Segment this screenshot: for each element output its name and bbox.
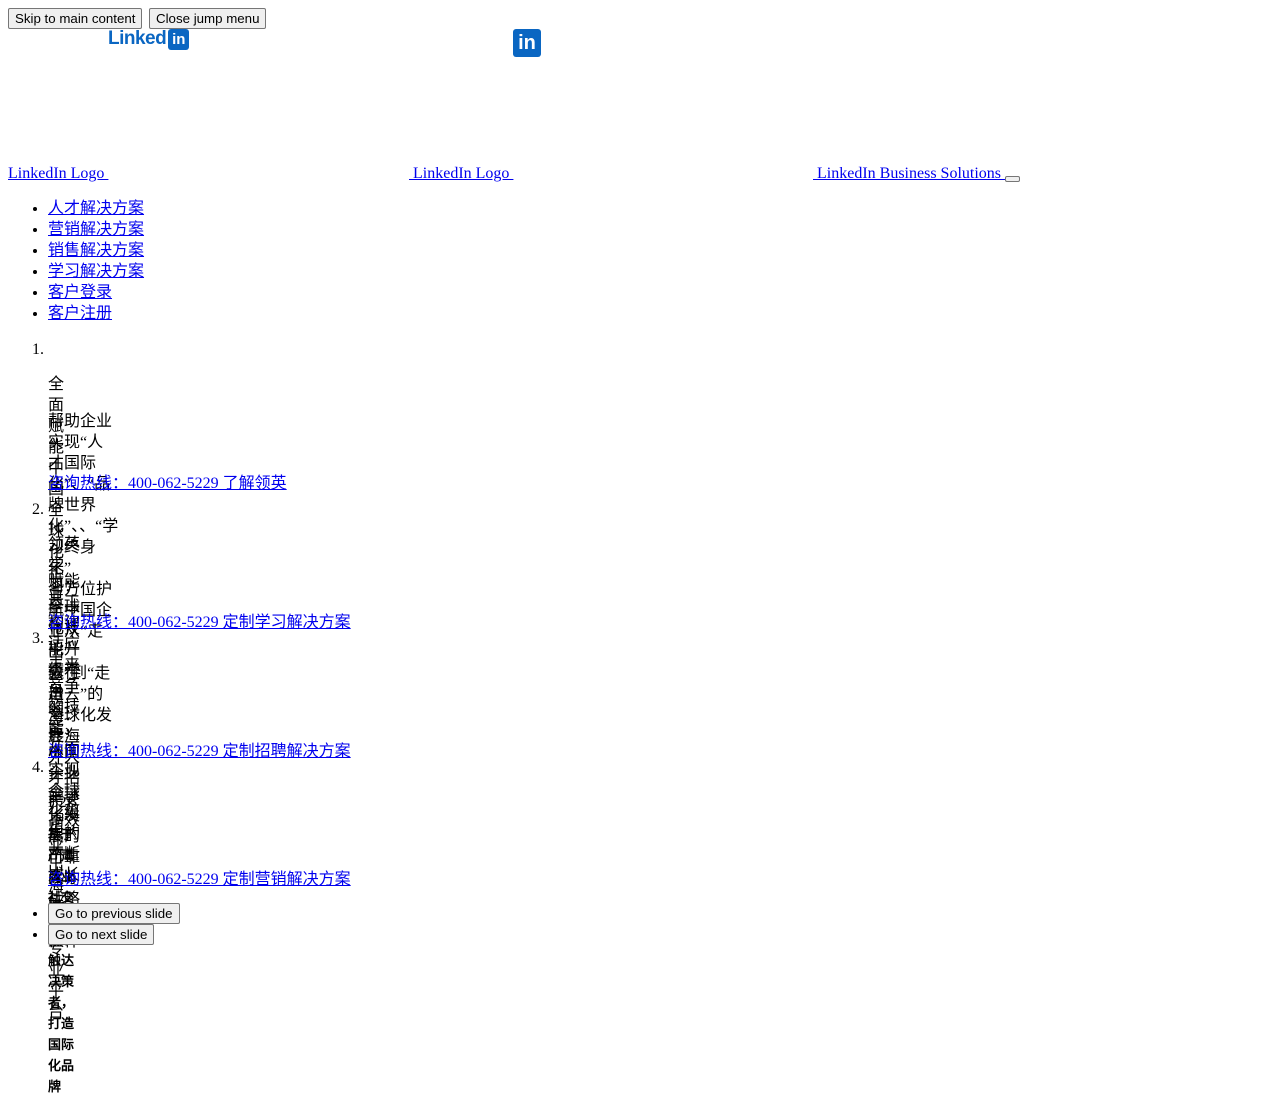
previous-slide-button[interactable]: Go to previous slide <box>48 903 180 924</box>
nav-item-signup: 客户注册 <box>48 303 144 324</box>
nav-link-talent-solutions[interactable]: 人才解决方案 <box>48 200 144 217</box>
nav-item-login: 客户登录 <box>48 282 144 303</box>
slide-number: 1. <box>32 341 44 358</box>
slide-cta-link[interactable]: 咨询热线：400-062-5229 定制营销解决方案 <box>48 865 351 889</box>
main-nav: 人才解决方案 营销解决方案 销售解决方案 学习解决方案 客户登录 客户注册 <box>8 198 144 324</box>
nav-item-sales: 销售解决方案 <box>48 240 144 261</box>
linkedin-business-solutions-link[interactable]: LinkedIn Business Solutions <box>813 164 1005 184</box>
nav-link-sales-solutions[interactable]: 销售解决方案 <box>48 242 144 259</box>
hero-carousel: 1. 全面赋能中国全球化企业 帮助企业实现“人才国际化”、“品牌世界化”、、“学… <box>8 339 351 1094</box>
next-slide-button[interactable]: Go to next slide <box>48 924 155 945</box>
nav-link-learning-solutions[interactable]: 学习解决方案 <box>48 263 144 280</box>
carousel-control-item: Go to previous slide <box>48 903 180 924</box>
nav-item-talent: 人才解决方案 <box>48 198 144 219</box>
menu-toggle-button[interactable] <box>1005 176 1020 182</box>
slide-number: 2. <box>32 501 44 518</box>
carousel-controls: Go to previous slide Go to next slide <box>8 903 180 945</box>
linkedin-in-icon: in <box>513 29 541 57</box>
wordmark-in-box: in <box>168 28 190 50</box>
nav-item-learning: 学习解决方案 <box>48 261 144 282</box>
slide-number: 3. <box>32 630 44 647</box>
close-jump-menu-button[interactable]: Close jump menu <box>149 8 267 29</box>
linkedin-logo-link[interactable]: LinkedIn Logo <box>8 164 108 184</box>
skip-to-main-content-button[interactable]: Skip to main content <box>8 8 143 29</box>
slide-number: 4. <box>32 759 44 776</box>
slide-cta-link[interactable]: 咨询热线：400-062-5229 了解领英 <box>48 469 287 493</box>
slide-cta-link[interactable]: 咨询热线：400-062-5229 定制招聘解决方案 <box>48 737 351 761</box>
nav-link-marketing-solutions[interactable]: 营销解决方案 <box>48 221 144 238</box>
logo-links-row: LinkedIn Logo LinkedIn Logo LinkedIn Bus… <box>8 164 1108 184</box>
slide-cta-link[interactable]: 咨询热线：400-062-5229 定制学习解决方案 <box>48 608 351 632</box>
linkedin-wordmark-logo: Linked in <box>108 28 190 50</box>
nav-link-customer-login[interactable]: 客户登录 <box>48 284 112 301</box>
linkedin-logo-link-2[interactable]: LinkedIn Logo <box>409 164 513 184</box>
wordmark-text: Linked <box>108 28 167 49</box>
carousel-control-item: Go to next slide <box>48 924 180 945</box>
nav-item-marketing: 营销解决方案 <box>48 219 144 240</box>
nav-link-customer-signup[interactable]: 客户注册 <box>48 305 112 322</box>
